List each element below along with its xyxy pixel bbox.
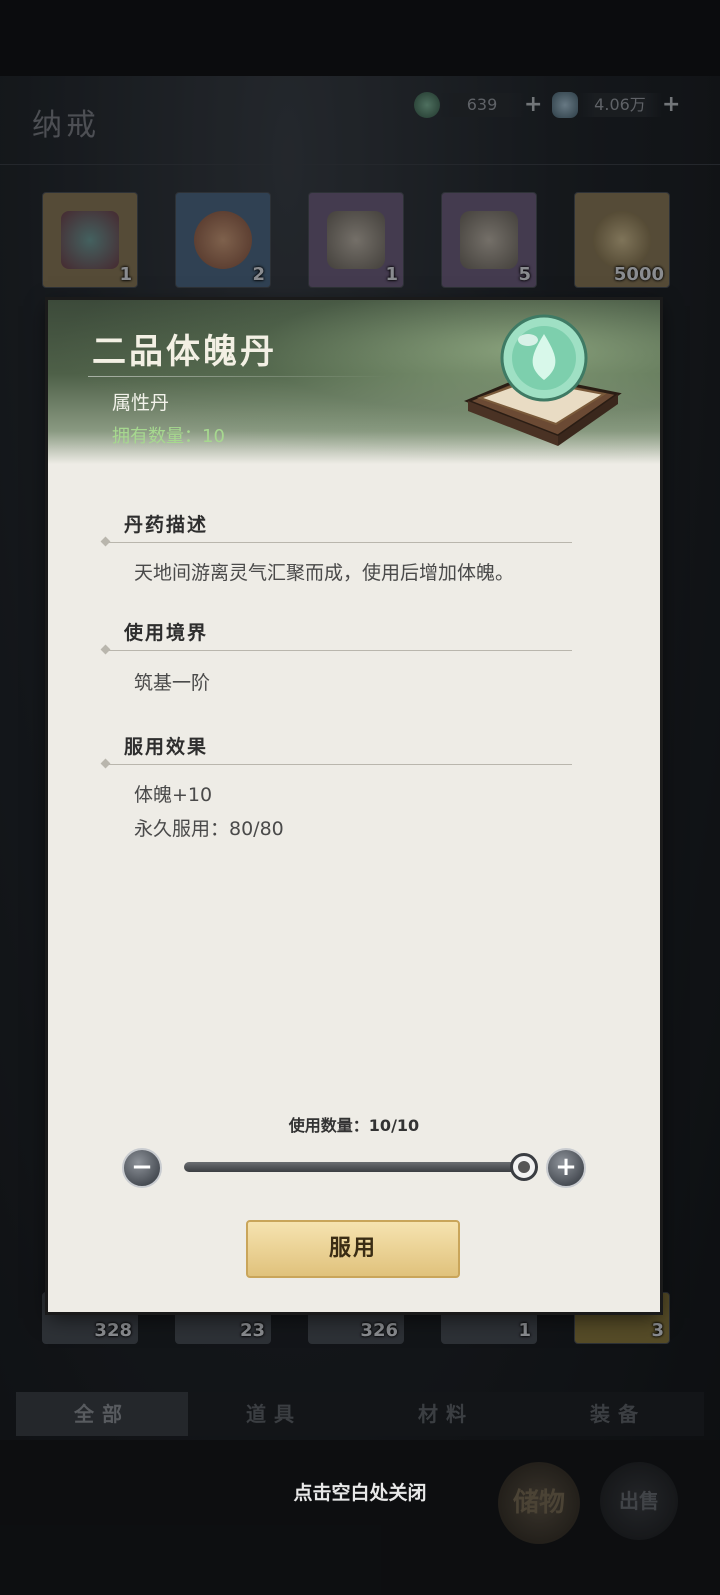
close-hint: 点击空白处关闭 bbox=[293, 1482, 427, 1504]
effect-line: 体魄+10 bbox=[134, 784, 213, 806]
effect-title: 服用效果 bbox=[124, 736, 209, 758]
increase-button[interactable]: + bbox=[546, 1148, 586, 1188]
slider-handle[interactable] bbox=[510, 1153, 538, 1181]
owned-quantity: 拥有数量：10 bbox=[112, 426, 225, 447]
pill-orb-icon bbox=[463, 314, 622, 446]
divider bbox=[106, 650, 572, 651]
quantity-label: 使用数量：10/10 bbox=[288, 1116, 420, 1135]
slider-fill bbox=[184, 1162, 524, 1172]
divider bbox=[106, 542, 572, 543]
divider bbox=[106, 764, 572, 765]
effect-line: 永久服用：80/80 bbox=[134, 818, 284, 840]
item-type: 属性丹 bbox=[112, 392, 170, 414]
desc-title: 丹药描述 bbox=[124, 514, 209, 536]
realm-text: 筑基一阶 bbox=[134, 672, 211, 694]
use-button[interactable]: 服用 bbox=[246, 1220, 460, 1278]
divider bbox=[88, 376, 388, 377]
decrease-button[interactable]: − bbox=[122, 1148, 162, 1188]
realm-title: 使用境界 bbox=[124, 622, 209, 644]
quantity-slider[interactable] bbox=[184, 1153, 538, 1181]
item-detail-modal: 二品体魄丹 属性丹 拥有数量：10 丹药描述 天地间游离灵气汇聚而成，使用后增加… bbox=[48, 300, 660, 1312]
item-name: 二品体魄丹 bbox=[92, 332, 277, 372]
desc-text: 天地间游离灵气汇聚而成，使用后增加体魄。 bbox=[134, 562, 515, 584]
